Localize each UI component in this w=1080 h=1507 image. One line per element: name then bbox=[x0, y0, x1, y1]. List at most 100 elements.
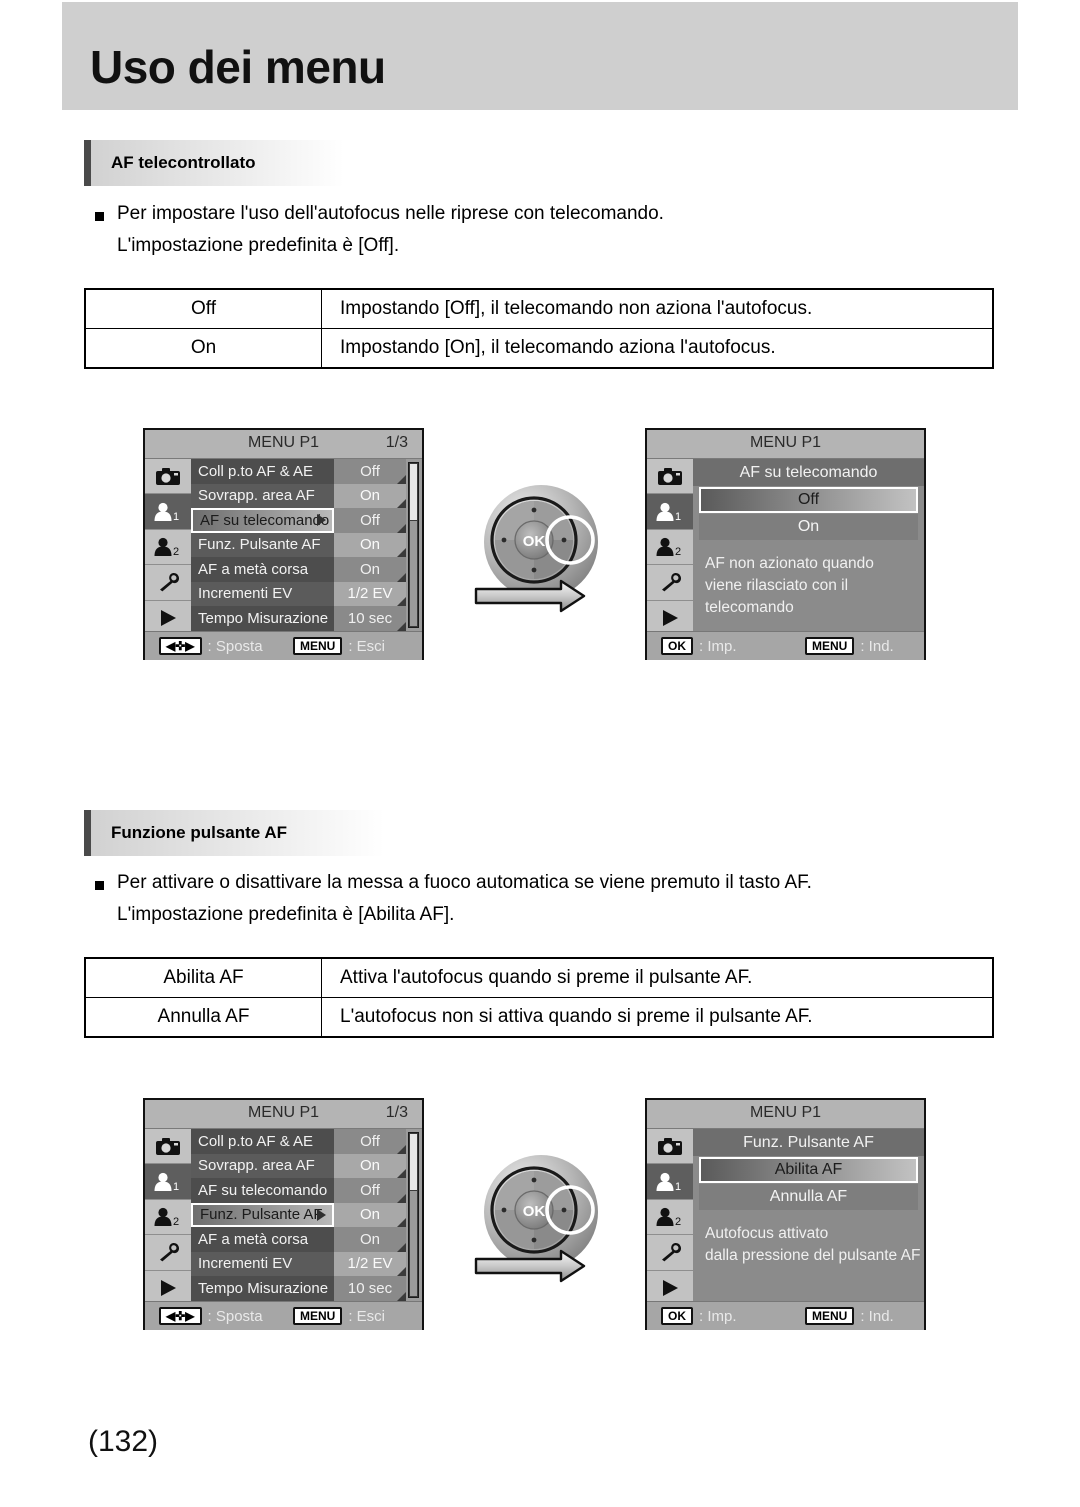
lcd-option-area: AF su telecomando Off On AF non azionato… bbox=[693, 459, 924, 631]
person-1-icon: 1 bbox=[655, 502, 685, 522]
lcd-sidebar: 1 2 bbox=[145, 459, 191, 636]
dpad-key-badge-icon: ◀✜▶ bbox=[159, 637, 202, 655]
description-table-1: Off Impostando [Off], il telecomando non… bbox=[84, 288, 994, 369]
sidebar-item-setup[interactable] bbox=[647, 565, 693, 601]
sidebar-item-person-1[interactable]: 1 bbox=[145, 494, 191, 530]
footer-hint-2: : Ind. bbox=[860, 637, 894, 655]
lcd-sidebar: 1 2 bbox=[647, 459, 693, 636]
sidebar-item-camera[interactable] bbox=[647, 459, 693, 495]
sidebar-item-person-1[interactable]: 1 bbox=[647, 1164, 693, 1200]
page-number: (132) bbox=[88, 1425, 159, 1458]
section-heading-af-telecontrollato: AF telecontrollato bbox=[84, 140, 344, 186]
bullet-text-line-2: L'impostazione predefinita è [Abilita AF… bbox=[117, 904, 455, 925]
camera-icon bbox=[657, 1137, 683, 1156]
option-list-title: Funz. Pulsante AF bbox=[693, 1129, 924, 1156]
lcd-option-screen-b: MENU P1 1 2 Funz. Pulsante AF Abilita AF… bbox=[645, 1098, 926, 1330]
sidebar-item-camera[interactable] bbox=[145, 459, 191, 495]
menu-row[interactable]: Coll p.to AF & AE Off bbox=[191, 1129, 406, 1154]
section-heading-label: Funzione pulsante AF bbox=[111, 823, 287, 842]
camera-icon bbox=[657, 467, 683, 486]
table-cell-value: Impostando [On], il telecomando aziona l… bbox=[321, 328, 994, 369]
play-icon bbox=[157, 608, 179, 628]
table-row: Annulla AF L'autofocus non si attiva qua… bbox=[84, 997, 994, 1038]
person-1-icon: 1 bbox=[153, 502, 183, 522]
lcd-footer: OK : Imp. MENU : Ind. bbox=[647, 631, 924, 660]
option-item[interactable]: On bbox=[699, 514, 918, 540]
section-heading-label: AF telecontrollato bbox=[111, 153, 256, 172]
section-heading-funzione-pulsante-af: Funzione pulsante AF bbox=[84, 810, 384, 856]
menu-row[interactable]: Funz. Pulsante AF On bbox=[191, 532, 406, 557]
menu-row-selected[interactable]: Funz. Pulsante AF On bbox=[191, 1202, 406, 1227]
menu-row-selected[interactable]: AF su telecomando Off bbox=[191, 508, 406, 533]
wrench-icon bbox=[155, 572, 181, 592]
lcd-option-area: Funz. Pulsante AF Abilita AF Annulla AF … bbox=[693, 1129, 924, 1301]
scrollbar-track bbox=[410, 521, 417, 626]
bullet-text-line-1: Per impostare l'uso dell'autofocus nelle… bbox=[117, 203, 664, 224]
menu-row[interactable]: AF a metà corsa On bbox=[191, 1227, 406, 1252]
sidebar-item-camera[interactable] bbox=[647, 1129, 693, 1165]
svg-text:1: 1 bbox=[675, 511, 681, 522]
table-cell-value: L'autofocus non si attiva quando si prem… bbox=[321, 997, 994, 1038]
table-row: On Impostando [On], il telecomando azion… bbox=[84, 328, 994, 369]
dpad-key-badge-icon: ◀✜▶ bbox=[159, 1307, 202, 1325]
sidebar-item-person-2[interactable]: 2 bbox=[145, 1199, 191, 1236]
sidebar-item-person-2[interactable]: 2 bbox=[145, 529, 191, 566]
menu-row-value: Off bbox=[334, 1129, 406, 1154]
menu-row[interactable]: Incrementi EV 1/2 EV bbox=[191, 1251, 406, 1276]
sidebar-item-setup[interactable] bbox=[145, 1235, 191, 1271]
menu-row[interactable]: AF su telecomando Off bbox=[191, 1178, 406, 1203]
menu-row[interactable]: Incrementi EV 1/2 EV bbox=[191, 581, 406, 606]
menu-row[interactable]: Sovrapp. area AF On bbox=[191, 1153, 406, 1178]
menu-row-value: On bbox=[334, 557, 406, 582]
ok-key-badge: OK bbox=[661, 1307, 693, 1325]
svg-text:1: 1 bbox=[173, 1181, 179, 1192]
lcd-title-bar: MENU P1 1/3 bbox=[145, 1100, 422, 1129]
table-cell-key: On bbox=[84, 328, 322, 369]
heading-accent-bar bbox=[84, 810, 91, 856]
option-item[interactable]: Annulla AF bbox=[699, 1184, 918, 1210]
svg-text:OK: OK bbox=[523, 533, 546, 550]
menu-row-value: On bbox=[334, 532, 406, 557]
lcd-scrollbar[interactable] bbox=[408, 462, 419, 628]
menu-row-label: Funz. Pulsante AF bbox=[198, 536, 321, 554]
menu-row-value: Off bbox=[334, 459, 406, 484]
option-item-selected[interactable]: Abilita AF bbox=[699, 1157, 918, 1183]
sidebar-item-setup[interactable] bbox=[145, 565, 191, 601]
menu-row-label: Coll p.to AF & AE bbox=[198, 462, 314, 480]
scrollbar-thumb[interactable] bbox=[410, 1134, 417, 1190]
menu-row-value: Off bbox=[334, 508, 406, 533]
sidebar-item-camera[interactable] bbox=[145, 1129, 191, 1165]
menu-row-label: Incrementi EV bbox=[198, 585, 293, 603]
bullet-square-icon bbox=[95, 881, 104, 890]
option-item-selected[interactable]: Off bbox=[699, 487, 918, 513]
sidebar-item-person-2[interactable]: 2 bbox=[647, 529, 693, 566]
table-row: Abilita AF Attiva l'autofocus quando si … bbox=[84, 957, 994, 998]
lcd-sidebar: 1 2 bbox=[647, 1129, 693, 1306]
lcd-menu-title: MENU P1 bbox=[247, 1104, 320, 1121]
menu-row[interactable]: Coll p.to AF & AE Off bbox=[191, 459, 406, 484]
option-description-line: AF non azionato quando bbox=[705, 555, 874, 572]
sidebar-item-person-2[interactable]: 2 bbox=[647, 1199, 693, 1236]
menu-row-value: On bbox=[334, 1153, 406, 1178]
sidebar-item-setup[interactable] bbox=[647, 1235, 693, 1271]
menu-row[interactable]: AF a metà corsa On bbox=[191, 557, 406, 582]
menu-row-value: On bbox=[334, 483, 406, 508]
sidebar-item-person-1[interactable]: 1 bbox=[145, 1164, 191, 1200]
menu-key-badge: MENU bbox=[805, 637, 855, 655]
play-icon bbox=[659, 1278, 681, 1298]
option-description-line: dalla pressione del pulsante AF bbox=[705, 1247, 921, 1264]
sidebar-item-person-1[interactable]: 1 bbox=[647, 494, 693, 530]
menu-key-badge: MENU bbox=[805, 1307, 855, 1325]
play-icon bbox=[659, 608, 681, 628]
chevron-right-icon bbox=[317, 514, 326, 527]
svg-text:2: 2 bbox=[675, 1216, 681, 1227]
menu-row[interactable]: Sovrapp. area AF On bbox=[191, 483, 406, 508]
menu-row[interactable]: Tempo Misurazione 10 sec bbox=[191, 606, 406, 631]
scrollbar-thumb[interactable] bbox=[410, 464, 417, 520]
menu-row-value: 1/2 EV bbox=[334, 1251, 406, 1276]
person-1-icon: 1 bbox=[655, 1172, 685, 1192]
lcd-scrollbar[interactable] bbox=[408, 1132, 419, 1298]
option-description-line: telecomando bbox=[705, 599, 794, 616]
menu-row[interactable]: Tempo Misurazione 10 sec bbox=[191, 1276, 406, 1301]
svg-text:1: 1 bbox=[173, 511, 179, 522]
